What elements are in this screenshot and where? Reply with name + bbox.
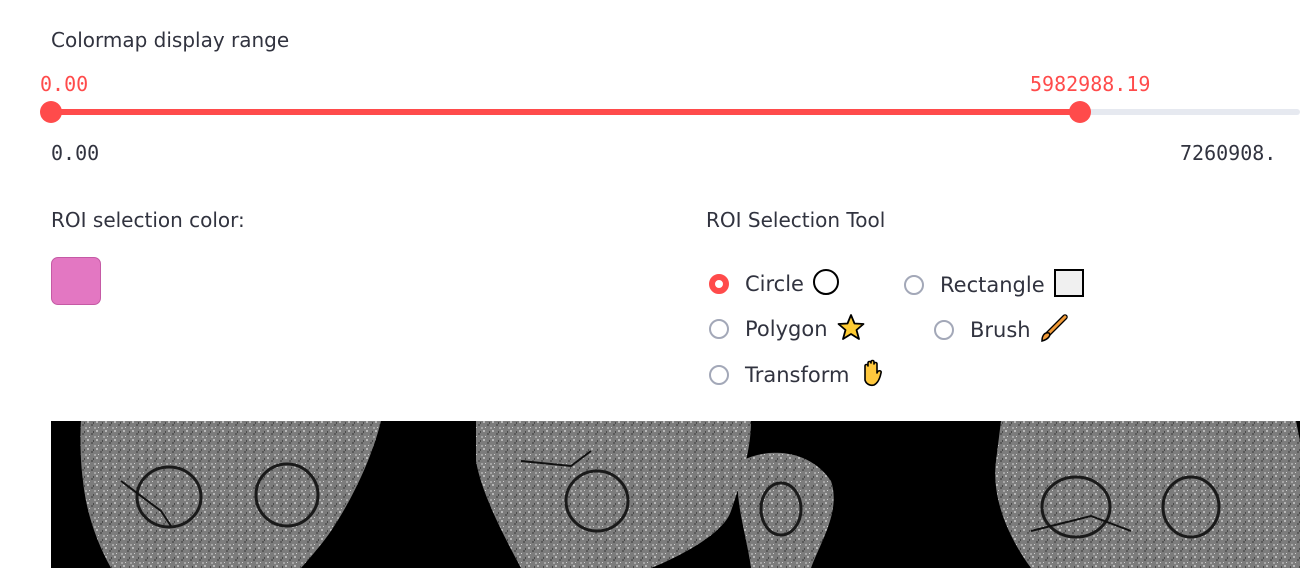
radio-label-transform: Transform — [745, 363, 850, 387]
radio-option-circle[interactable]: Circle — [709, 268, 840, 300]
roi-tool-label: ROI Selection Tool — [706, 208, 886, 232]
range-high-value: 5982988.19 — [1030, 72, 1151, 96]
star-icon — [836, 313, 866, 345]
radio-option-brush[interactable]: Brush — [934, 313, 1069, 347]
image-canvas[interactable] — [51, 421, 1300, 568]
roi-color-label: ROI selection color: — [51, 208, 245, 232]
slider-min-label: 0.00 — [51, 141, 100, 165]
radio-button[interactable] — [904, 275, 924, 295]
radio-option-polygon[interactable]: Polygon — [709, 313, 866, 345]
square-icon — [1053, 268, 1085, 302]
hand-icon — [857, 358, 887, 392]
radio-button-checked[interactable] — [709, 274, 729, 294]
paintbrush-icon — [1039, 313, 1069, 347]
radio-label-brush: Brush — [970, 318, 1031, 342]
slider-selected-range — [51, 109, 1081, 115]
roi-color-picker[interactable] — [51, 257, 101, 305]
radio-option-transform[interactable]: Transform — [709, 358, 887, 392]
radio-option-rectangle[interactable]: Rectangle — [904, 268, 1085, 302]
range-low-value: 0.00 — [40, 72, 89, 96]
radio-label-polygon: Polygon — [745, 317, 828, 341]
colormap-range-title: Colormap display range — [51, 28, 290, 52]
tissue-image — [51, 421, 1300, 568]
slider-max-label: 7260908. — [1180, 141, 1277, 165]
radio-button[interactable] — [934, 320, 954, 340]
radio-label-rectangle: Rectangle — [940, 273, 1045, 297]
radio-label-circle: Circle — [745, 272, 804, 296]
circle-icon — [812, 268, 840, 300]
slider-low-handle[interactable] — [40, 101, 62, 123]
radio-button[interactable] — [709, 319, 729, 339]
slider-high-handle[interactable] — [1069, 101, 1092, 123]
radio-button[interactable] — [709, 365, 729, 385]
